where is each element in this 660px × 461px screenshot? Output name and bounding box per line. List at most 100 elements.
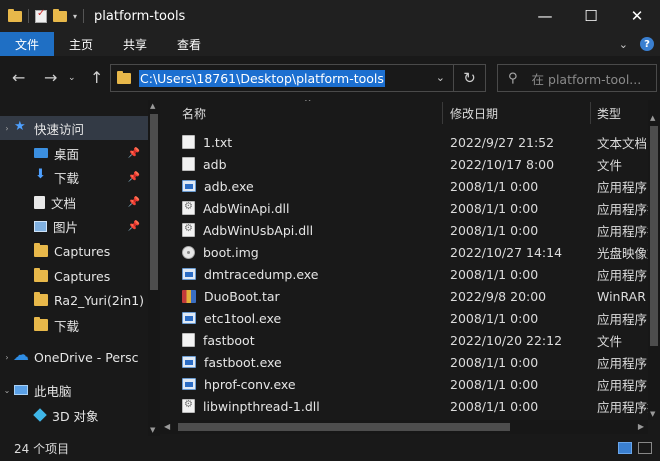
back-arrow-icon[interactable]: ← [12,68,25,87]
expand-ribbon-chevron-icon[interactable]: ⌄ [619,38,628,51]
ribbon-tabs: 文件 主页 共享 查看 ⌄ ? [0,32,660,56]
help-icon[interactable]: ? [640,37,654,51]
table-row[interactable]: AdbWinApi.dll 2008/1/1 0:00 应用程序扩展 [160,197,649,219]
customize-toolbar-dropdown-icon[interactable]: ▾ [73,12,77,21]
table-row[interactable]: adb 2022/10/17 8:00 文件 [160,153,648,175]
sidebar-scrollbar-thumb[interactable] [150,114,158,290]
close-button[interactable]: ✕ [614,0,660,32]
disc-image-icon [182,245,195,259]
tab-view[interactable]: 查看 [162,32,216,56]
file-list-horizontal-scrollbar[interactable]: ◀ ▶ [160,420,648,434]
file-date: 2008/1/1 0:00 [450,354,539,370]
search-box[interactable]: ⚲ 在 platform-tool... [497,64,657,92]
file-type: 应用程序 [597,267,648,283]
window-controls: — ☐ ✕ [522,0,660,32]
column-date[interactable]: 修改日期 [450,100,498,126]
sidebar-item-this-pc[interactable]: ⌄ 此电脑 [0,378,148,402]
forward-arrow-icon[interactable]: → [44,68,57,87]
refresh-button[interactable]: ↻ [454,64,486,92]
column-divider[interactable] [442,102,443,124]
file-type: 文件 [597,157,623,173]
tab-file[interactable]: 文件 [0,32,55,56]
file-type: 光盘映像文件 [597,245,649,261]
scroll-down-icon[interactable]: ▼ [150,426,155,434]
search-input[interactable]: 在 platform-tool... [532,69,642,88]
file-name-cell: fastboot [182,333,255,348]
scroll-right-icon[interactable]: ▶ [638,422,644,431]
up-arrow-icon[interactable]: ↑ [90,68,103,87]
table-row[interactable]: DuoBoot.tar 2022/9/8 20:00 WinRAR [160,285,648,307]
minimize-button[interactable]: — [522,0,568,32]
table-row[interactable]: libwinpthread-1.dll 2008/1/1 0:00 应用程序扩展 [160,395,649,417]
sidebar-item-label: 此电脑 [34,383,72,399]
details-view-icon[interactable] [618,442,632,454]
horizontal-scrollbar-thumb[interactable] [178,423,510,431]
exe-file-icon [182,312,196,324]
table-row[interactable]: fastboot 2022/10/20 22:12 文件 [160,329,648,351]
file-type: 文本文档 [597,135,648,151]
folder-icon [117,70,131,84]
sidebar-item-captures[interactable]: Captures [0,239,148,263]
table-row[interactable]: etc1tool.exe 2008/1/1 0:00 应用程序 [160,307,648,329]
sidebar-item-download-folder[interactable]: 下载 [0,313,148,337]
sidebar-item-ra2-yuri[interactable]: Ra2_Yuri(2in1) [0,288,148,312]
file-name-cell: 1.txt [182,135,232,150]
sidebar-item-onedrive[interactable]: › OneDrive - Persc [0,345,148,369]
scroll-left-icon[interactable]: ◀ [164,422,170,431]
navigation-bar: ← → ⌄ ↑ C:\Users\18761\Desktop\platform-… [0,56,660,100]
sidebar-item-desktop[interactable]: 桌面 📌 [0,141,148,165]
table-row[interactable]: boot.img 2022/10/27 14:14 光盘映像文件 [160,241,649,263]
file-date: 2022/10/20 22:12 [450,332,563,348]
scroll-up-icon[interactable]: ▲ [650,114,655,122]
tab-home[interactable]: 主页 [54,32,108,56]
dll-file-icon [182,399,195,413]
chevron-right-icon[interactable]: › [0,353,14,362]
computer-icon [14,385,28,395]
pin-icon: 📌 [127,220,140,232]
sidebar-item-3d-objects[interactable]: 3D 对象 [0,403,148,427]
tab-share[interactable]: 共享 [108,32,162,56]
maximize-button[interactable]: ☐ [568,0,614,32]
scroll-down-icon[interactable]: ▼ [650,410,655,418]
new-folder-icon[interactable] [53,8,67,22]
sidebar-item-label: Ra2_Yuri(2in1) [54,292,145,308]
table-row[interactable]: adb.exe 2008/1/1 0:00 应用程序 [160,175,648,197]
folder-icon [34,292,48,306]
column-type[interactable]: 类型 [597,100,621,126]
star-icon [14,119,28,134]
sidebar-item-quick-access[interactable]: › 快速访问 [0,116,148,140]
sidebar-scrollbar[interactable]: ▲ ▼ [148,100,160,436]
download-icon [34,167,48,183]
sort-ascending-icon: ^ [304,100,312,108]
file-name-cell: libwinpthread-1.dll [182,399,320,414]
address-bar[interactable]: C:\Users\18761\Desktop\platform-tools ⌄ [110,64,454,92]
properties-icon[interactable] [35,8,47,23]
sidebar-item-downloads[interactable]: 下载 📌 [0,165,148,189]
table-row[interactable]: fastboot.exe 2008/1/1 0:00 应用程序 [160,351,648,373]
table-row[interactable]: 1.txt 2022/9/27 21:52 文本文档 [160,131,648,153]
blank-file-icon [182,157,195,171]
chevron-down-icon[interactable]: ⌄ [0,386,14,395]
dll-file-icon [182,201,195,215]
file-name-cell: fastboot.exe [182,355,282,370]
large-icons-view-icon[interactable] [638,442,652,454]
table-row[interactable]: hprof-conv.exe 2008/1/1 0:00 应用程序 [160,373,648,395]
chevron-right-icon[interactable]: › [0,124,14,133]
vertical-scrollbar-thumb[interactable] [650,126,658,346]
sidebar-item-label: 3D 对象 [52,408,99,424]
address-dropdown-icon[interactable]: ⌄ [436,71,445,84]
column-name[interactable]: 名称 [182,100,206,126]
table-row[interactable]: dmtracedump.exe 2008/1/1 0:00 应用程序 [160,263,648,285]
file-name-cell: adb.exe [182,179,254,194]
sidebar-item-pictures[interactable]: 图片 📌 [0,214,148,238]
recent-locations-chevron-icon[interactable]: ⌄ [68,73,76,83]
address-path[interactable]: C:\Users\18761\Desktop\platform-tools [139,69,385,87]
column-divider[interactable] [590,102,591,124]
scroll-up-icon[interactable]: ▲ [150,102,155,110]
sidebar-item-documents[interactable]: 文档 📌 [0,190,148,214]
cube-icon [33,408,47,422]
file-name-cell: adb [182,157,227,172]
sidebar-item-captures-2[interactable]: Captures [0,264,148,288]
table-row[interactable]: AdbWinUsbApi.dll 2008/1/1 0:00 应用程序扩展 [160,219,649,241]
file-list-vertical-scrollbar[interactable]: ▲ ▼ [648,100,660,420]
